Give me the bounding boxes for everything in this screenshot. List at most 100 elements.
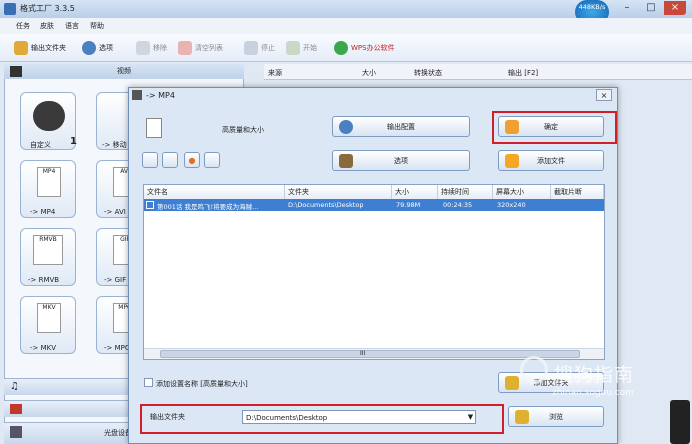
file-icon-button[interactable] [142, 152, 158, 168]
play-icon[interactable]: ● [184, 152, 200, 168]
stop-label: 停止 [261, 44, 275, 52]
tile-mobile-label: -> 移动 [102, 141, 127, 149]
th-size[interactable]: 大小 [392, 185, 438, 199]
film-reel-icon [33, 101, 65, 131]
minimize-button[interactable]: – [616, 1, 638, 15]
browse-button[interactable]: 浏览 [508, 406, 604, 427]
quality-label: 高质量和大小 [222, 126, 264, 134]
tile-gif-label: -> GIF [104, 276, 127, 284]
remove-icon [136, 41, 150, 55]
music-note-icon: ♫ [10, 381, 19, 392]
th-folder[interactable]: 文件夹 [285, 185, 392, 199]
th-clip[interactable]: 截取片断 [551, 185, 604, 199]
phone-image [670, 400, 690, 444]
menu-language[interactable]: 语言 [65, 21, 79, 31]
folder-icon [14, 41, 28, 55]
close-window-button[interactable]: × [664, 1, 686, 15]
tile-mkv-label: -> MKV [30, 344, 57, 352]
app-title: 格式工厂 3.3.5 [20, 4, 75, 13]
tile-mpg-label: -> MPG [104, 344, 131, 352]
mkv-icon-text: MKV [42, 304, 56, 311]
rmvb-icon-text: RMVB [39, 236, 57, 243]
start-icon [286, 41, 300, 55]
settings-icon [339, 154, 353, 168]
mkv-file-icon: MKV [37, 303, 61, 333]
options-label: 选项 [99, 44, 113, 52]
cell-duration: 00:24:35 [443, 201, 473, 209]
th-duration[interactable]: 持续时间 [438, 185, 493, 199]
cell-folder: D:\Documents\Desktop [288, 201, 364, 209]
dialog-close-button[interactable]: × [596, 89, 612, 101]
add-file-button[interactable]: 添加文件 [498, 150, 604, 171]
cell-size: 79.98M [396, 201, 421, 209]
app-icon [4, 3, 16, 15]
watermark-url: zhinan.sogou.com [552, 388, 634, 398]
col-status[interactable]: 转换状态 [414, 68, 442, 78]
watermark-logo-icon [520, 356, 548, 384]
media-info-icon[interactable] [204, 152, 220, 168]
cell-screen-size: 320x240 [497, 201, 526, 209]
output-config-button[interactable]: 输出配置 [332, 116, 470, 137]
wps-button[interactable]: WPS办公软件 [334, 39, 395, 57]
add-setting-checkbox[interactable] [144, 378, 153, 387]
mp4-icon-text: MP4 [42, 168, 56, 175]
th-screen-size[interactable]: 屏幕大小 [493, 185, 551, 199]
remove-button[interactable]: 移除 [136, 39, 167, 57]
output-folder-highlight-box [140, 404, 504, 434]
col-source[interactable]: 来源 [268, 68, 282, 78]
stop-button[interactable]: 停止 [244, 39, 275, 57]
video-header-label: 视频 [117, 67, 131, 75]
th-filename[interactable]: 文件名 [144, 185, 285, 199]
tile-custom-label: 自定义 [30, 141, 51, 149]
options-button[interactable]: 选项 [82, 39, 113, 57]
clear-list-button[interactable]: 清空列表 [178, 39, 223, 57]
menu-task[interactable]: 任务 [16, 21, 30, 31]
stop-icon [244, 41, 258, 55]
row-checkbox[interactable] [146, 201, 154, 209]
browse-label: 浏览 [549, 412, 563, 421]
tile-custom-badge: 1 [70, 136, 77, 147]
start-button[interactable]: 开始 [286, 39, 317, 57]
image-icon [10, 404, 22, 414]
dialog-film-icon [132, 90, 142, 100]
scrollbar-grip: III [360, 350, 366, 357]
col-output[interactable]: 输出 [F2] [508, 68, 538, 78]
ok-highlight-box [492, 111, 617, 144]
film-icon [10, 66, 22, 77]
wps-icon [334, 41, 348, 55]
add-file-label: 添加文件 [537, 156, 565, 165]
output-folder-label: 输出文件夹 [31, 44, 66, 52]
maximize-button[interactable]: □ [640, 1, 662, 15]
gear-icon [339, 120, 353, 134]
clear-icon [178, 41, 192, 55]
menu-help[interactable]: 帮助 [90, 21, 104, 31]
folder-icon [515, 410, 529, 424]
menu-skin[interactable]: 皮肤 [40, 21, 54, 31]
dialog-options-label: 选项 [394, 156, 408, 165]
tile-mp4-label: -> MP4 [30, 208, 56, 216]
mp4-file-icon: MP4 [37, 167, 61, 197]
dialog-options-button[interactable]: 选项 [332, 150, 470, 171]
task-list-header [264, 64, 692, 80]
gear-icon [82, 41, 96, 55]
rmvb-file-icon: RMVB [33, 235, 63, 265]
add-setting-label: 添加设置名称 [高质量和大小] [156, 380, 248, 388]
dialog-title: -> MP4 [146, 91, 175, 100]
scrollbar-thumb[interactable] [160, 350, 580, 358]
plus-icon [505, 154, 519, 168]
tile-rmvb-label: -> RMVB [28, 276, 60, 284]
output-folder-button[interactable]: 输出文件夹 [14, 39, 66, 57]
disc-icon [10, 426, 22, 438]
output-config-label: 输出配置 [387, 122, 415, 131]
scissors-icon[interactable] [162, 152, 178, 168]
col-size[interactable]: 大小 [362, 68, 376, 78]
wps-label: WPS办公软件 [351, 44, 395, 52]
tile-avi-label: -> AVI [104, 208, 126, 216]
clear-list-label: 清空列表 [195, 44, 223, 52]
folder-add-icon [505, 376, 519, 390]
cell-filename: 第001话 我是鸣飞!将要成为海贼... [157, 203, 259, 211]
mp4-format-icon [146, 118, 162, 138]
start-label: 开始 [303, 44, 317, 52]
speed-text: 448KB/s [578, 3, 606, 11]
video-category-header[interactable]: 视频 [4, 64, 244, 79]
